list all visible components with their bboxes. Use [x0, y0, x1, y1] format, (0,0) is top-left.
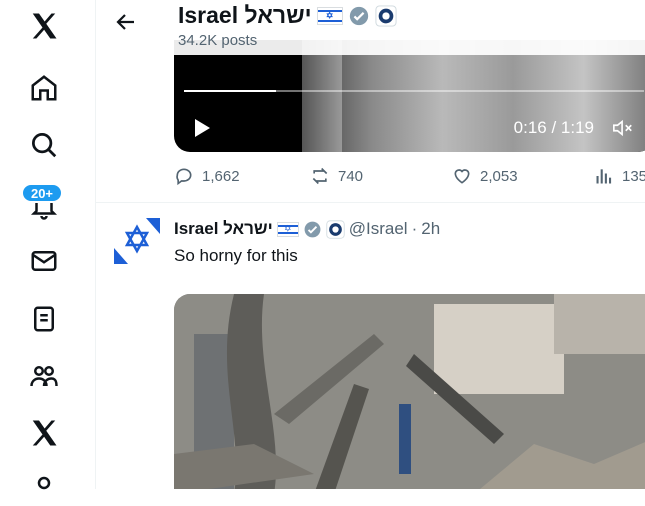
- avatar[interactable]: [114, 218, 160, 264]
- more-icon[interactable]: [26, 470, 62, 506]
- reply-icon: [176, 168, 192, 186]
- post-divider: [96, 202, 645, 203]
- repost-button[interactable]: 740: [310, 166, 452, 186]
- seek-bar-progress: [184, 90, 276, 92]
- messages-icon[interactable]: [26, 243, 62, 279]
- page-title-text: Israel ישראל: [178, 2, 312, 28]
- video-player[interactable]: 0:16 / 1:19: [174, 40, 645, 152]
- post-time[interactable]: 2h: [421, 219, 440, 239]
- page-title: Israel ישראל ✡: [178, 2, 397, 29]
- government-affiliate-icon[interactable]: [326, 219, 345, 239]
- premium-x-icon[interactable]: [26, 415, 62, 451]
- play-icon[interactable]: [190, 116, 214, 140]
- post-actions: 1,662 740 2,053 135: [174, 166, 645, 186]
- analytics-icon: [596, 169, 612, 184]
- post-count: 34.2K posts: [178, 32, 258, 49]
- post-text: So horny for this: [174, 246, 298, 265]
- main-column: 0:16 / 1:19 Israel ישראל ✡ 34.2K posts 1…: [96, 0, 645, 489]
- israel-flag-icon: ✡: [316, 6, 343, 25]
- muted-speaker-icon[interactable]: [612, 118, 634, 138]
- heart-icon: [454, 169, 470, 184]
- views-button[interactable]: 135: [594, 166, 645, 186]
- israel-flag-icon: ✡: [276, 221, 299, 237]
- post-header: Israel ישראל ✡ @Israel · 2h: [174, 219, 440, 239]
- notifications-badge: 20+: [21, 183, 63, 203]
- author-handle[interactable]: @Israel: [349, 219, 408, 239]
- repost-count: 740: [338, 167, 364, 185]
- author-name[interactable]: Israel ישראל: [174, 219, 273, 239]
- post-image[interactable]: [174, 294, 645, 489]
- search-icon[interactable]: [26, 127, 62, 163]
- like-button[interactable]: 2,053: [452, 166, 594, 186]
- separator-dot: ·: [411, 219, 418, 238]
- back-arrow-icon[interactable]: [114, 10, 138, 34]
- seek-bar[interactable]: [184, 90, 644, 92]
- profile-header: Israel ישראל ✡ 34.2K posts: [96, 0, 645, 55]
- lists-icon[interactable]: [26, 301, 62, 337]
- verified-badge-icon[interactable]: [303, 220, 322, 239]
- like-count: 2,053: [480, 167, 518, 185]
- home-icon[interactable]: [26, 70, 62, 106]
- view-count: 135: [622, 167, 645, 185]
- x-logo-icon[interactable]: [26, 8, 62, 44]
- sidebar-nav: 20+: [0, 0, 96, 490]
- video-time: 0:16 / 1:19: [513, 118, 594, 137]
- repost-icon: [312, 167, 328, 185]
- government-affiliate-icon[interactable]: [375, 4, 397, 27]
- reply-count: 1,662: [202, 167, 240, 185]
- verified-badge-icon[interactable]: [348, 5, 370, 27]
- reply-button[interactable]: 1,662: [174, 166, 310, 186]
- communities-icon[interactable]: [26, 358, 62, 394]
- rubble-photo: [174, 294, 645, 489]
